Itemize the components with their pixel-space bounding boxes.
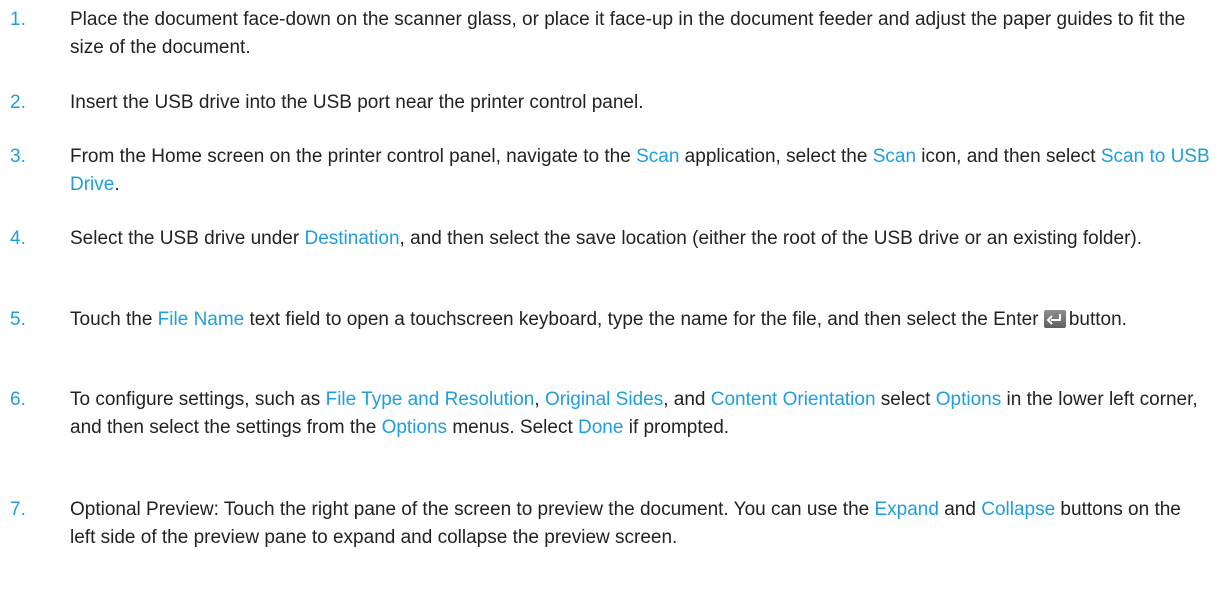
- step-text: To configure settings, such as File Type…: [70, 389, 1198, 438]
- file-name-link: File Name: [157, 309, 245, 330]
- step-text: From the Home screen on the printer cont…: [70, 146, 1210, 195]
- step-text: Optional Preview: Touch the right pane o…: [70, 499, 1181, 548]
- step-text: Place the document face-down on the scan…: [70, 9, 1186, 58]
- options-menus-link: Options: [381, 417, 448, 438]
- scan-icon-link: Scan: [872, 146, 917, 167]
- collapse-link: Collapse: [981, 499, 1056, 520]
- original-sides-link: Original Sides: [544, 389, 664, 410]
- step-text: Select the USB drive under Destination, …: [70, 228, 1142, 249]
- step-number: 5.: [10, 309, 26, 330]
- destination-link: Destination: [304, 228, 400, 249]
- expand-link: Expand: [874, 499, 939, 520]
- options-link: Options: [935, 389, 1002, 410]
- step-number: 2.: [10, 92, 26, 113]
- step-number: 4.: [10, 228, 26, 249]
- step-number: 7.: [10, 499, 26, 520]
- step-number: 6.: [10, 389, 26, 410]
- step-text: Touch the File Name text field to open a…: [70, 309, 1127, 330]
- enter-icon: [1043, 310, 1066, 328]
- scan-app-link: Scan: [636, 146, 680, 167]
- step-text: Insert the USB drive into the USB port n…: [70, 92, 644, 113]
- done-link: Done: [578, 417, 624, 438]
- step-number: 1.: [10, 9, 26, 30]
- file-type-resolution-link: File Type and Resolution: [325, 389, 535, 410]
- content-orientation-link: Content Orientation: [710, 389, 876, 410]
- step-number: 3.: [10, 146, 26, 167]
